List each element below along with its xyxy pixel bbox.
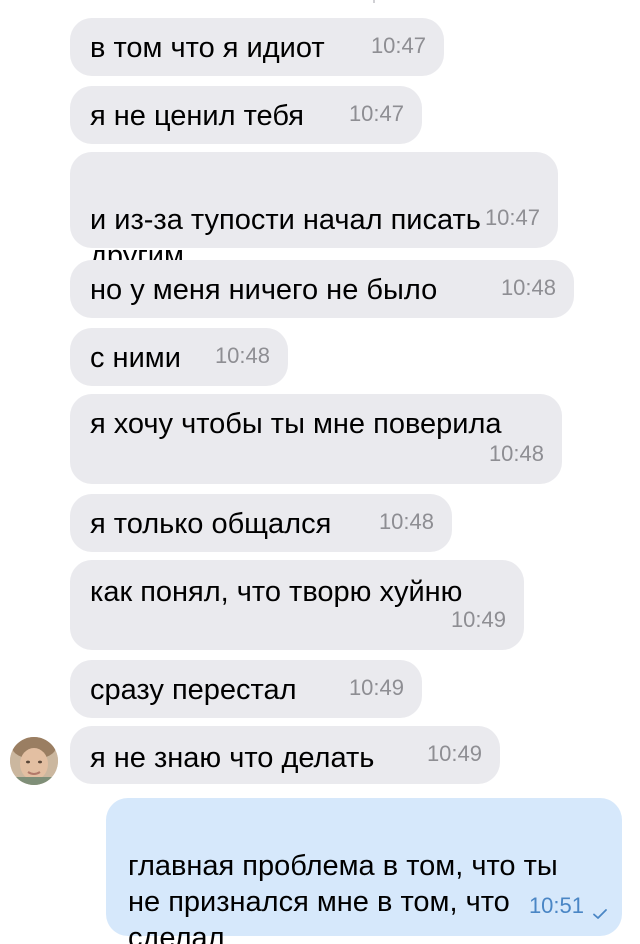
message-time: 10:49 bbox=[450, 607, 506, 632]
message-bubble-incoming[interactable]: но у меня ничего не было 10:48 bbox=[70, 260, 574, 318]
message-text: как понял, что творю хуйню bbox=[90, 576, 463, 608]
check-icon bbox=[593, 909, 607, 919]
message-bubble-incoming[interactable]: как понял, что творю хуйню 10:49 bbox=[70, 560, 524, 650]
message-time: 10:47 bbox=[370, 33, 426, 58]
message-bubble-incoming[interactable]: сразу перестал 10:49 bbox=[70, 660, 422, 718]
message-bubble-incoming[interactable]: с ними 10:48 bbox=[70, 328, 288, 386]
message-bubble-incoming[interactable]: я не знаю что делать 10:49 bbox=[70, 726, 500, 784]
chat-messages[interactable]: в том что я идиот 10:47 я не ценил тебя … bbox=[0, 0, 640, 944]
message-text: но у меня ничего не было bbox=[90, 274, 438, 306]
avatar-photo bbox=[10, 737, 58, 785]
message-text: я не знаю что делать bbox=[90, 742, 375, 774]
avatar[interactable] bbox=[10, 737, 58, 785]
message-bubble-incoming[interactable]: я хочу чтобы ты мне поверила 10:48 bbox=[70, 394, 562, 484]
message-bubble-incoming[interactable]: в том что я идиот 10:47 bbox=[70, 18, 444, 76]
message-time: 10:48 bbox=[378, 509, 434, 534]
message-time: 10:48 bbox=[214, 343, 270, 368]
message-time: 10:47 bbox=[348, 101, 404, 126]
message-time: 10:49 bbox=[348, 675, 404, 700]
message-time: 10:47 bbox=[484, 205, 540, 230]
message-bubble-incoming[interactable]: я не ценил тебя 10:47 bbox=[70, 86, 422, 144]
message-time: 10:48 bbox=[500, 275, 556, 300]
message-time: 10:49 bbox=[426, 741, 482, 766]
message-text: я хочу чтобы ты мне поверила bbox=[90, 408, 502, 440]
message-bubble-incoming[interactable]: я только общался 10:48 bbox=[70, 494, 452, 552]
message-time: 10:51 bbox=[528, 893, 584, 918]
message-bubble-outgoing[interactable]: главная проблема в том, что ты не призна… bbox=[106, 798, 622, 944]
message-time: 10:48 bbox=[488, 441, 544, 466]
message-bubble-incoming[interactable]: и из-за тупости начал писать другим 10:4… bbox=[70, 152, 558, 272]
top-divider bbox=[373, 0, 375, 3]
